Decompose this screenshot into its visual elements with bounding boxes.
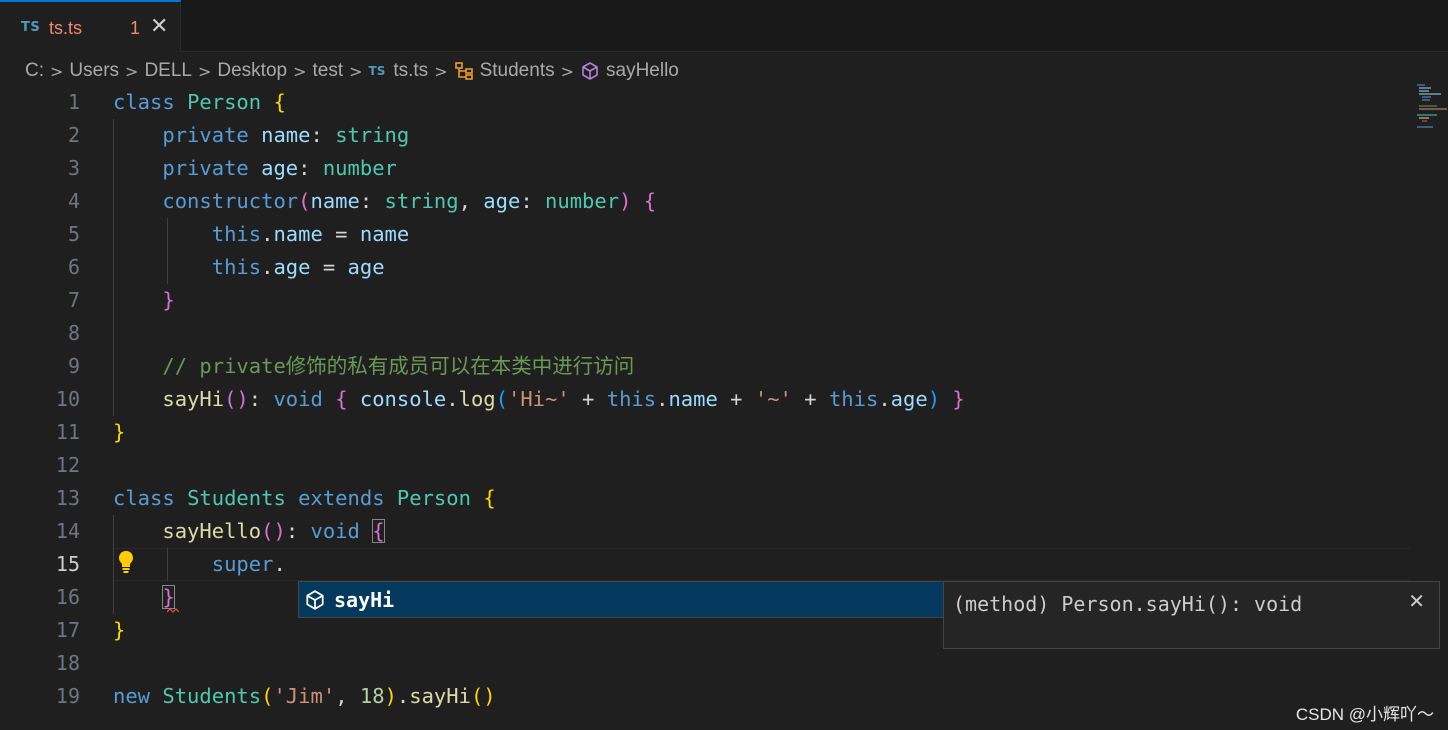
breadcrumb-item-file[interactable]: ts.ts [393, 60, 428, 82]
line-number: 6 [67, 255, 80, 279]
typescript-file-icon: TS [21, 20, 41, 35]
line-number: 3 [67, 156, 80, 180]
line-number: 12 [55, 453, 80, 477]
chevron-right-icon: > [50, 61, 64, 81]
line-number: 10 [55, 387, 80, 411]
code-line-9: // private修饰的私有成员可以在本类中进行访问 [162, 354, 635, 378]
code-line-19: new Students('Jim', 18).sayHi() [113, 684, 496, 708]
tab-ts-ts[interactable]: TS ts.ts 1 ✕ [0, 0, 181, 52]
suggest-item-label: sayHi [334, 587, 395, 612]
breadcrumb-item-test[interactable]: test [312, 60, 343, 82]
line-number: 17 [55, 618, 80, 642]
error-squiggle [167, 608, 179, 613]
code-line-17: } [113, 618, 126, 642]
suggest-details-panel: (method) Person.sayHi(): void ✕ [943, 581, 1440, 649]
code-line-6: this.age = age [211, 255, 385, 279]
breadcrumb-item-drive[interactable]: C: [25, 60, 44, 82]
line-number: 18 [55, 651, 80, 675]
chevron-right-icon: > [560, 61, 574, 81]
suggest-details-signature: (method) Person.sayHi(): void [953, 592, 1303, 616]
code-line-14: sayHello(): void { [162, 519, 385, 543]
line-number: 4 [67, 189, 80, 213]
line-number: 9 [67, 354, 80, 378]
chevron-right-icon: > [197, 61, 212, 81]
line-number: 7 [67, 288, 80, 312]
breadcrumb-item-users[interactable]: Users [69, 60, 119, 82]
code-line-10: sayHi(): void { console.log('Hi~' + this… [162, 387, 965, 411]
tab-problem-count: 1 [130, 18, 141, 38]
chevron-right-icon: > [125, 61, 139, 81]
line-number: 11 [55, 420, 80, 444]
breadcrumb: C: > Users > DELL > Desktop > test > TS … [25, 58, 679, 84]
line-number: 19 [55, 684, 80, 708]
breadcrumb-item-method[interactable]: sayHello [606, 60, 679, 82]
line-number: 2 [67, 123, 80, 147]
code-line-5: this.name = name [211, 222, 410, 246]
line-number: 5 [67, 222, 80, 246]
line-number: 13 [55, 486, 80, 510]
method-cube-icon [304, 589, 326, 611]
chevron-right-icon: > [293, 61, 307, 81]
line-number: 8 [67, 321, 80, 345]
class-icon [454, 61, 474, 81]
suggest-widget: sayHi [298, 581, 944, 618]
line-number-active: 15 [55, 552, 80, 576]
minimap[interactable] [1413, 82, 1448, 130]
typescript-file-icon: TS [368, 64, 386, 78]
line-number: 14 [55, 519, 80, 543]
current-line-highlight [113, 548, 1410, 581]
code-line-7: } [162, 288, 175, 312]
line-number: 1 [67, 90, 80, 114]
code-line-16: } [162, 585, 175, 609]
code-line-13: class Students extends Person { [113, 486, 496, 510]
close-icon[interactable]: ✕ [150, 14, 168, 39]
breadcrumb-item-desktop[interactable]: Desktop [217, 60, 287, 82]
code-line-15: super. [211, 552, 286, 576]
method-cube-icon [580, 61, 600, 81]
watermark: CSDN @小辉吖～ [1295, 705, 1434, 724]
suggest-item-sayhi[interactable]: sayHi [299, 582, 943, 617]
close-icon[interactable]: ✕ [1408, 589, 1425, 613]
code-line-3: private age: number [162, 156, 397, 180]
breadcrumb-item-dell[interactable]: DELL [144, 60, 192, 82]
code-line-1: class Person { [113, 90, 286, 114]
lightbulb-icon[interactable] [116, 548, 136, 578]
code-line-2: private name: string [162, 123, 410, 147]
editor-tab-bar: TS ts.ts 1 ✕ [0, 0, 1448, 52]
tab-filename: ts.ts [49, 18, 83, 38]
breadcrumb-item-class[interactable]: Students [480, 60, 555, 82]
chevron-right-icon: > [349, 61, 363, 81]
code-line-4: constructor(name: string, age: number) { [162, 189, 657, 213]
chevron-right-icon: > [434, 61, 448, 81]
line-number: 16 [55, 585, 80, 609]
code-line-11: } [113, 420, 126, 444]
